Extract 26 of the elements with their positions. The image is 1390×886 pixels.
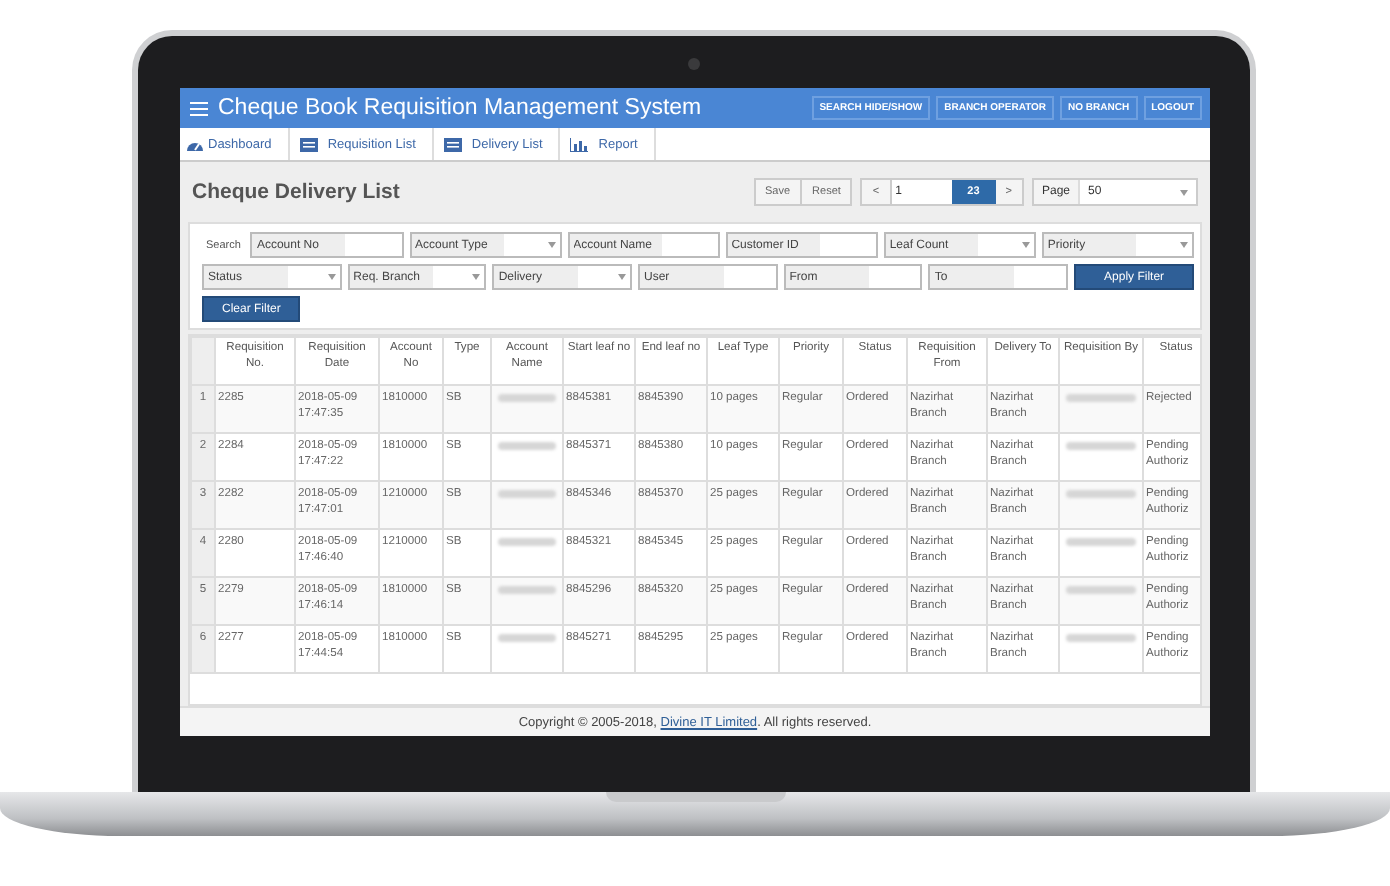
caret-icon bbox=[327, 274, 336, 280]
caret-icon bbox=[1180, 189, 1188, 195]
redacted-text bbox=[1066, 490, 1136, 498]
redacted-text bbox=[1066, 586, 1136, 594]
redacted-text bbox=[498, 490, 556, 498]
menu-icon[interactable] bbox=[190, 101, 208, 115]
caret-icon bbox=[618, 274, 627, 280]
redacted-text bbox=[498, 586, 556, 594]
redacted-text bbox=[498, 538, 556, 546]
page-title: Cheque Delivery List bbox=[192, 180, 400, 204]
redacted-text bbox=[1066, 634, 1136, 642]
redacted-text bbox=[1066, 394, 1136, 402]
gauge-icon bbox=[186, 137, 204, 151]
list-icon bbox=[443, 137, 462, 151]
redacted-text bbox=[498, 394, 556, 402]
redacted-text bbox=[1066, 538, 1136, 546]
bar-chart-icon bbox=[570, 137, 589, 151]
list-icon bbox=[299, 137, 318, 151]
redacted-text bbox=[498, 442, 556, 450]
caret-icon bbox=[1021, 242, 1030, 248]
redacted-text bbox=[498, 634, 556, 642]
app-title: Cheque Book Requisition Management System bbox=[218, 96, 702, 120]
caret-icon bbox=[472, 274, 481, 280]
redacted-text bbox=[1066, 442, 1136, 450]
caret-icon bbox=[1180, 242, 1188, 248]
caret-icon bbox=[547, 242, 556, 248]
